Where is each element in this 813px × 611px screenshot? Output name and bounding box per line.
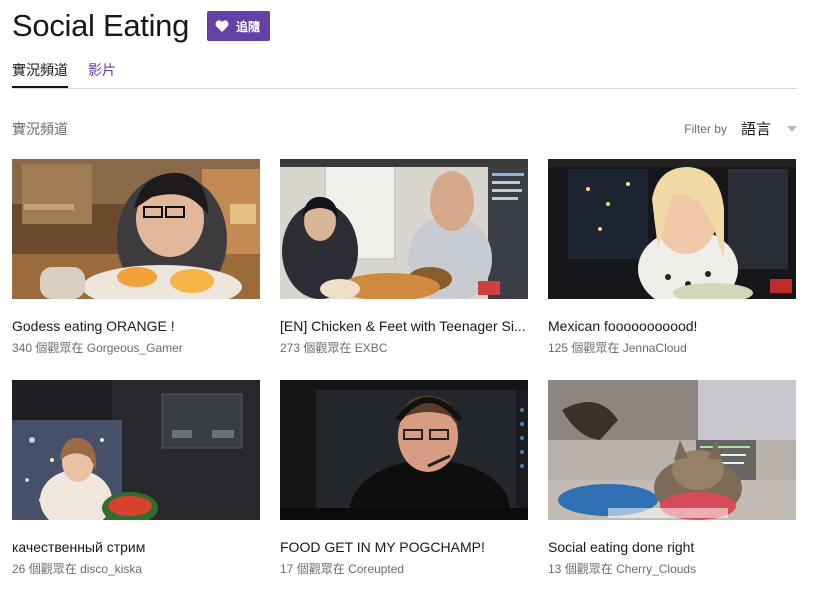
viewer-suffix: 個觀眾在: [35, 341, 84, 355]
stream-thumbnail[interactable]: [280, 159, 528, 299]
channel-name[interactable]: EXBC: [355, 341, 388, 355]
language-filter-dropdown[interactable]: Filter by 語言: [684, 118, 797, 139]
stream-title[interactable]: Social eating done right: [548, 538, 796, 556]
stream-title[interactable]: качественный стрим: [12, 538, 260, 556]
viewer-suffix: 個觀眾在: [28, 562, 77, 576]
channel-name[interactable]: disco_kiska: [80, 562, 142, 576]
filter-value: 語言: [740, 121, 771, 138]
stream-card[interactable]: FOOD GET IN MY POGCHAMP! 17 個觀眾在 Coreupt…: [280, 380, 528, 576]
stream-title[interactable]: Mexican fooooooooood!: [548, 317, 796, 335]
stream-thumbnail[interactable]: [12, 380, 260, 520]
viewer-count: 26: [12, 562, 26, 576]
stream-card[interactable]: Social eating done right 13 個觀眾在 Cherry_…: [548, 380, 796, 576]
tab-bar: 實況頻道 影片: [12, 58, 797, 89]
heart-icon: [215, 20, 229, 32]
viewer-suffix: 個觀眾在: [296, 562, 345, 576]
stream-meta: 340 個觀眾在 Gorgeous_Gamer: [12, 341, 260, 355]
stream-card[interactable]: Godess eating ORANGE ! 340 個觀眾在 Gorgeous…: [12, 159, 260, 355]
channel-name[interactable]: Gorgeous_Gamer: [87, 341, 183, 355]
stream-card[interactable]: [EN] Chicken & Feet with Teenager Si... …: [280, 159, 528, 355]
filter-label: Filter by: [684, 121, 727, 136]
viewer-count: 13: [548, 562, 562, 576]
stream-meta: 273 個觀眾在 EXBC: [280, 341, 528, 355]
viewer-count: 125: [548, 341, 569, 355]
viewer-suffix: 個觀眾在: [303, 341, 352, 355]
section-header: 實況頻道 Filter by 語言: [12, 118, 797, 138]
viewer-suffix: 個觀眾在: [564, 562, 613, 576]
viewer-count: 273: [280, 341, 301, 355]
viewer-count: 17: [280, 562, 294, 576]
viewer-suffix: 個觀眾在: [571, 341, 620, 355]
tab-live-channels[interactable]: 實況頻道: [12, 60, 68, 88]
stream-thumbnail[interactable]: [12, 159, 260, 299]
stream-meta: 26 個觀眾在 disco_kiska: [12, 562, 260, 576]
caret-down-icon: [787, 125, 797, 132]
follow-label: 追隨: [236, 19, 261, 34]
stream-title[interactable]: Godess eating ORANGE !: [12, 317, 260, 335]
stream-thumbnail[interactable]: [548, 159, 796, 299]
stream-meta: 17 個觀眾在 Coreupted: [280, 562, 528, 576]
page-header: Social Eating 追隨: [12, 6, 271, 46]
stream-title[interactable]: FOOD GET IN MY POGCHAMP!: [280, 538, 528, 556]
viewer-count: 340: [12, 341, 33, 355]
stream-card[interactable]: Mexican fooooooooood! 125 個觀眾在 JennaClou…: [548, 159, 796, 355]
section-label: 實況頻道: [12, 121, 68, 137]
stream-thumbnail[interactable]: [548, 380, 796, 520]
stream-thumbnail[interactable]: [280, 380, 528, 520]
channel-name[interactable]: JennaCloud: [623, 341, 687, 355]
page-title: Social Eating: [12, 8, 190, 43]
stream-title[interactable]: [EN] Chicken & Feet with Teenager Si...: [280, 317, 528, 335]
channel-name[interactable]: Coreupted: [348, 562, 404, 576]
stream-card[interactable]: качественный стрим 26 個觀眾在 disco_kiska: [12, 380, 260, 576]
follow-button[interactable]: 追隨: [207, 11, 271, 41]
stream-meta: 125 個觀眾在 JennaCloud: [548, 341, 796, 355]
tab-videos[interactable]: 影片: [88, 60, 116, 88]
channel-name[interactable]: Cherry_Clouds: [616, 562, 696, 576]
stream-meta: 13 個觀眾在 Cherry_Clouds: [548, 562, 796, 576]
